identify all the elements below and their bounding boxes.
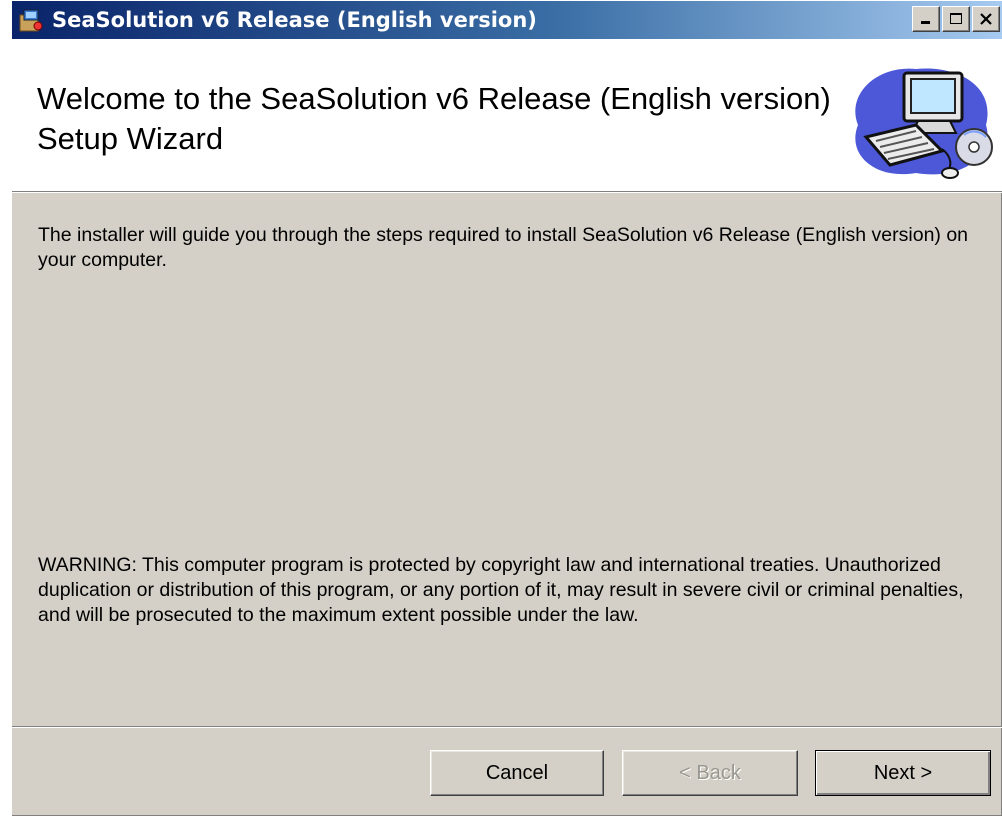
maximize-button[interactable]	[942, 6, 970, 32]
close-button[interactable]	[972, 6, 1000, 32]
minimize-button[interactable]	[912, 6, 940, 32]
caption-buttons	[912, 6, 1000, 32]
window-title: SeaSolution v6 Release (English version)	[52, 8, 537, 32]
installer-app-icon	[16, 5, 46, 35]
intro-text: The installer will guide you through the…	[38, 224, 969, 271]
next-button[interactable]: Next >	[815, 750, 991, 796]
close-icon	[980, 13, 992, 25]
copyright-warning: WARNING: This computer program is protec…	[38, 554, 964, 626]
title-bar[interactable]: SeaSolution v6 Release (English version)	[12, 1, 1002, 39]
cancel-button[interactable]: Cancel	[430, 750, 604, 796]
wizard-header: Welcome to the SeaSolution v6 Release (E…	[12, 39, 1002, 193]
button-separator	[12, 726, 1002, 728]
wizard-title: Welcome to the SeaSolution v6 Release (E…	[37, 81, 831, 156]
maximize-icon	[950, 13, 962, 24]
back-button[interactable]: < Back	[622, 750, 798, 796]
minimize-icon	[921, 21, 930, 24]
computer-cd-icon	[846, 55, 996, 181]
installer-window: SeaSolution v6 Release (English version)…	[0, 0, 1002, 816]
